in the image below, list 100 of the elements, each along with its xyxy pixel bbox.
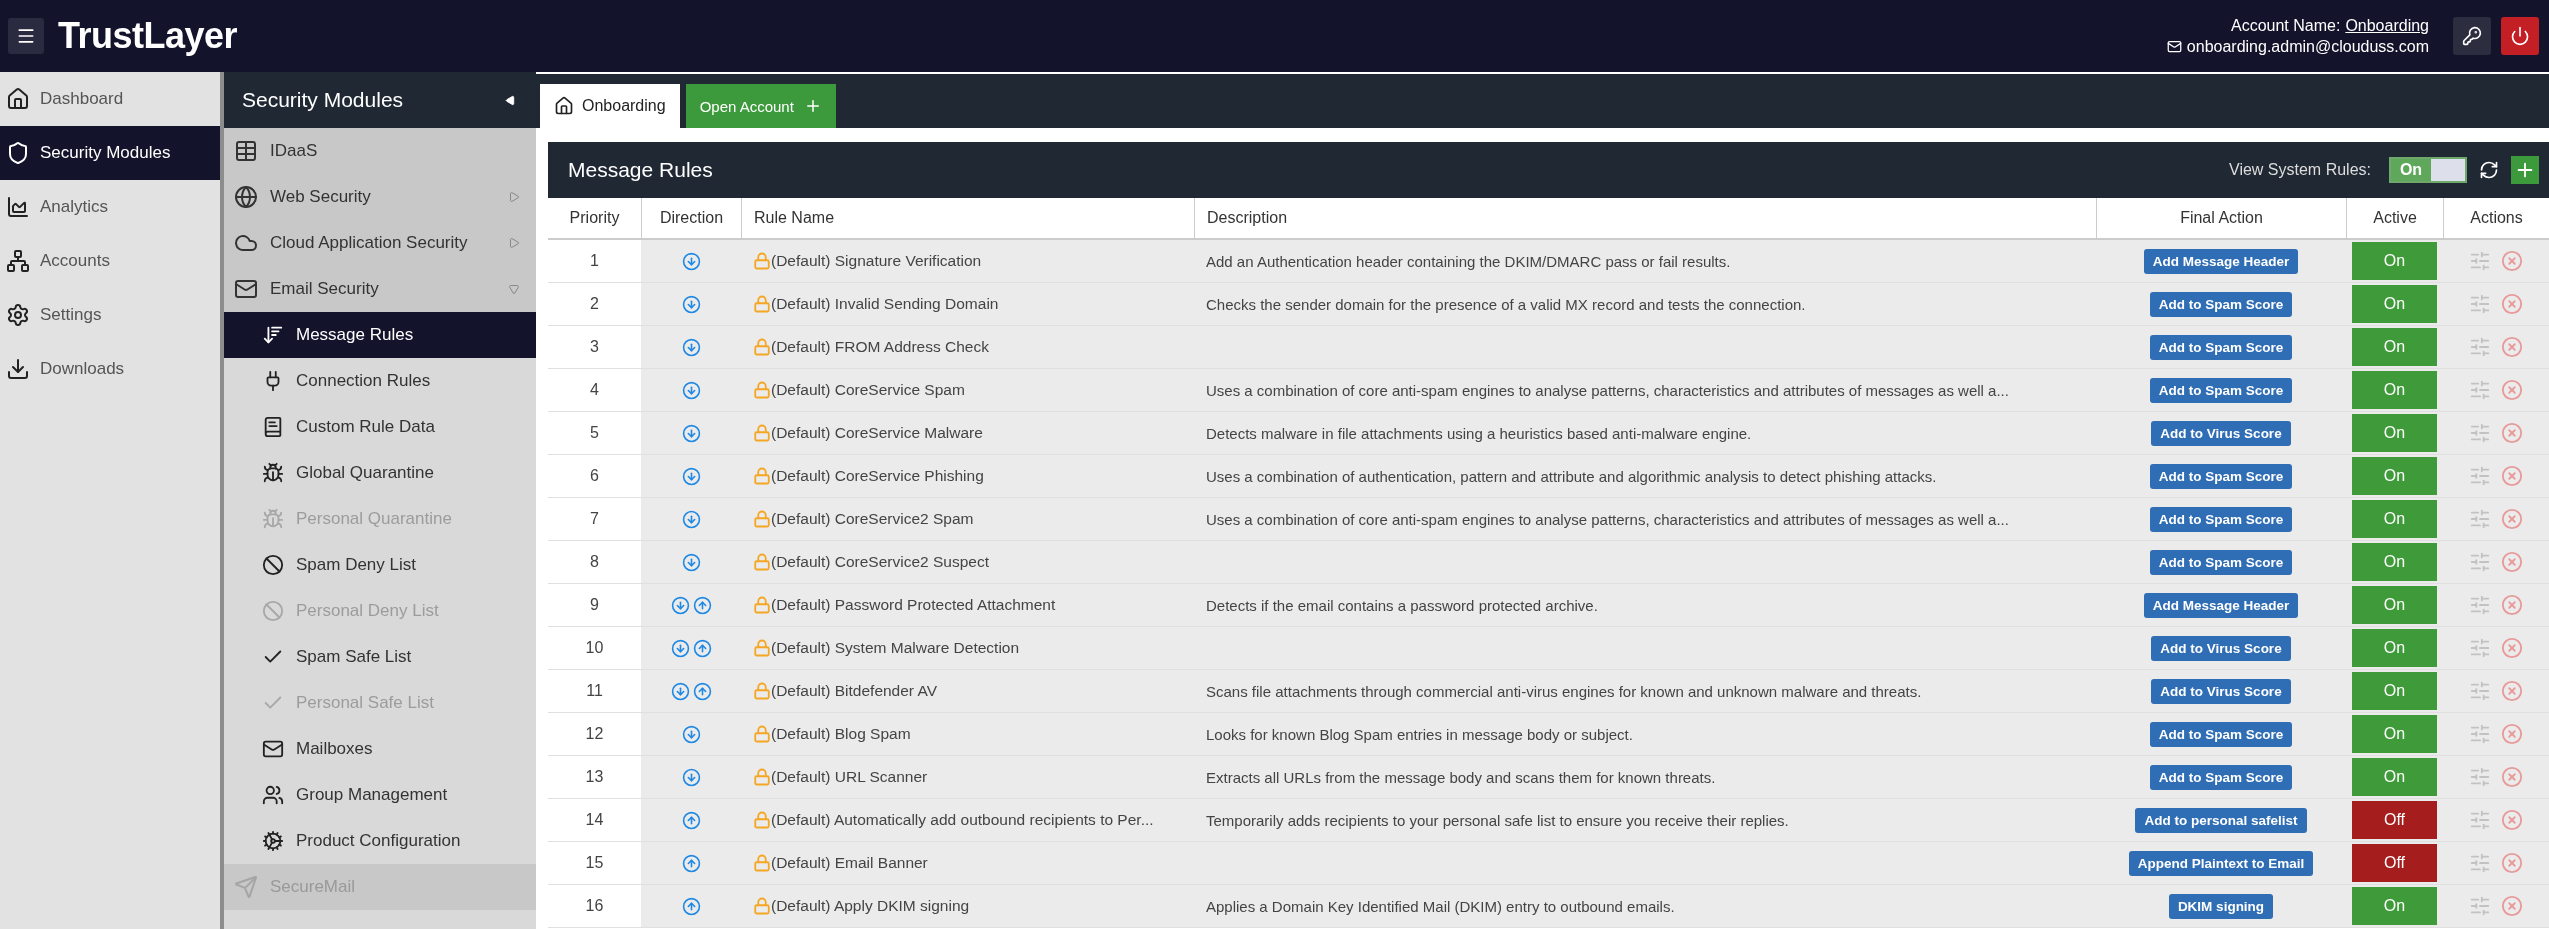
key-button[interactable] bbox=[2453, 17, 2491, 55]
delete-icon[interactable] bbox=[2501, 508, 2523, 530]
sliders-icon[interactable] bbox=[2469, 852, 2491, 874]
active-toggle[interactable]: On bbox=[2352, 285, 2437, 323]
delete-icon[interactable] bbox=[2501, 465, 2523, 487]
home-icon bbox=[554, 96, 574, 116]
final-action-button[interactable]: Add Message Header bbox=[2143, 592, 2299, 618]
final-action-button[interactable]: Add to Spam Score bbox=[2149, 764, 2293, 790]
final-action-button[interactable]: Add to personal safelist bbox=[2135, 807, 2307, 833]
nav-item[interactable]: Analytics bbox=[0, 180, 220, 234]
delete-icon[interactable] bbox=[2501, 680, 2523, 702]
delete-icon[interactable] bbox=[2501, 293, 2523, 315]
final-action-button[interactable]: Add to Spam Score bbox=[2149, 506, 2293, 532]
sliders-icon[interactable] bbox=[2469, 766, 2491, 788]
down-arrow-circle-icon bbox=[681, 251, 701, 271]
priority-cell: 7 bbox=[548, 498, 641, 540]
down-arrow-circle-icon bbox=[670, 638, 690, 658]
final-action-button[interactable]: Add to Spam Score bbox=[2149, 549, 2293, 575]
sliders-icon[interactable] bbox=[2469, 465, 2491, 487]
collapse-triangle-icon[interactable] bbox=[505, 94, 516, 106]
add-button[interactable] bbox=[2511, 156, 2539, 184]
active-toggle[interactable]: Off bbox=[2352, 801, 2437, 839]
active-toggle[interactable]: On bbox=[2352, 371, 2437, 409]
active-toggle[interactable]: On bbox=[2352, 500, 2437, 538]
menu-item-icon bbox=[262, 600, 284, 622]
active-toggle[interactable]: On bbox=[2352, 242, 2437, 280]
sliders-icon[interactable] bbox=[2469, 293, 2491, 315]
delete-icon[interactable] bbox=[2501, 379, 2523, 401]
nav-icon bbox=[6, 87, 30, 111]
final-action-button[interactable]: Add Message Header bbox=[2143, 248, 2299, 274]
menu-button[interactable] bbox=[8, 18, 44, 54]
sliders-icon[interactable] bbox=[2469, 895, 2491, 917]
delete-icon[interactable] bbox=[2501, 250, 2523, 272]
delete-icon[interactable] bbox=[2501, 422, 2523, 444]
active-toggle[interactable]: On bbox=[2352, 887, 2437, 925]
delete-icon[interactable] bbox=[2501, 895, 2523, 917]
down-arrow-circle-icon bbox=[681, 552, 701, 572]
sidebar-item[interactable]: Web Security bbox=[224, 174, 536, 220]
sidebar-item[interactable]: IDaaS bbox=[224, 128, 536, 174]
sliders-icon[interactable] bbox=[2469, 809, 2491, 831]
sliders-icon[interactable] bbox=[2469, 336, 2491, 358]
lock-icon bbox=[753, 338, 771, 356]
active-toggle[interactable]: On bbox=[2352, 328, 2437, 366]
delete-icon[interactable] bbox=[2501, 336, 2523, 358]
delete-icon[interactable] bbox=[2501, 766, 2523, 788]
active-toggle[interactable]: On bbox=[2352, 457, 2437, 495]
rule-description: Uses a combination of core anti-spam engines to analyse patterns, characteristics and attributes of messages as well a... bbox=[1205, 510, 2010, 528]
system-rules-toggle[interactable]: On bbox=[2389, 157, 2467, 183]
delete-icon[interactable] bbox=[2501, 594, 2523, 616]
sliders-icon[interactable] bbox=[2469, 508, 2491, 530]
sliders-icon[interactable] bbox=[2469, 551, 2491, 573]
delete-icon[interactable] bbox=[2501, 852, 2523, 874]
final-action-button[interactable]: Add to Spam Score bbox=[2149, 334, 2293, 360]
account-name-link[interactable]: Onboarding bbox=[2345, 16, 2429, 35]
nav-item[interactable]: Settings bbox=[0, 288, 220, 342]
sliders-icon[interactable] bbox=[2469, 594, 2491, 616]
sidebar-item[interactable]: Email Security bbox=[224, 266, 536, 312]
lock-icon bbox=[753, 467, 771, 485]
nav-item[interactable]: Security Modules bbox=[0, 126, 220, 180]
final-action-button[interactable]: Add to Spam Score bbox=[2149, 721, 2293, 747]
lock-icon bbox=[753, 553, 771, 571]
account-tab[interactable]: Onboarding bbox=[540, 84, 680, 128]
final-action-button[interactable]: Add to Virus Score bbox=[2151, 635, 2291, 661]
active-toggle[interactable]: On bbox=[2352, 629, 2437, 667]
delete-icon[interactable] bbox=[2501, 723, 2523, 745]
active-toggle[interactable]: On bbox=[2352, 543, 2437, 581]
sliders-icon[interactable] bbox=[2469, 723, 2491, 745]
final-action-button[interactable]: Add to Spam Score bbox=[2149, 377, 2293, 403]
nav-item[interactable]: Accounts bbox=[0, 234, 220, 288]
menu-item-icon bbox=[262, 784, 284, 806]
delete-icon[interactable] bbox=[2501, 637, 2523, 659]
active-toggle[interactable]: Off bbox=[2352, 844, 2437, 882]
final-action-button[interactable]: Add to Spam Score bbox=[2149, 291, 2293, 317]
final-action-button[interactable]: Add to Virus Score bbox=[2151, 420, 2291, 446]
nav-item[interactable]: Downloads bbox=[0, 342, 220, 396]
open-account-button[interactable]: Open Account bbox=[685, 84, 836, 128]
sliders-icon[interactable] bbox=[2469, 379, 2491, 401]
sliders-icon[interactable] bbox=[2469, 680, 2491, 702]
final-action-button[interactable]: Append Plaintext to Email bbox=[2128, 850, 2314, 876]
delete-icon[interactable] bbox=[2501, 809, 2523, 831]
active-toggle[interactable]: On bbox=[2352, 758, 2437, 796]
sliders-icon[interactable] bbox=[2469, 637, 2491, 659]
sliders-icon[interactable] bbox=[2469, 422, 2491, 444]
rule-description: Uses a combination of authentication, pattern and attribute and algorithmic analysis to detect phishing attacks. bbox=[1205, 467, 1938, 485]
sidebar-item[interactable]: Cloud Application Security bbox=[224, 220, 536, 266]
final-action-button[interactable]: DKIM signing bbox=[2168, 893, 2274, 919]
active-toggle[interactable]: On bbox=[2352, 672, 2437, 710]
active-toggle[interactable]: On bbox=[2352, 586, 2437, 624]
active-toggle[interactable]: On bbox=[2352, 715, 2437, 753]
power-button[interactable] bbox=[2501, 17, 2539, 55]
refresh-icon bbox=[2479, 160, 2499, 180]
lock-icon bbox=[753, 295, 771, 313]
final-action-button[interactable]: Add to Spam Score bbox=[2149, 463, 2293, 489]
sidebar-subitem[interactable]: Message Rules bbox=[224, 312, 536, 358]
sliders-icon[interactable] bbox=[2469, 250, 2491, 272]
active-toggle[interactable]: On bbox=[2352, 414, 2437, 452]
delete-icon[interactable] bbox=[2501, 551, 2523, 573]
panel-title: Message Rules bbox=[568, 158, 714, 182]
final-action-button[interactable]: Add to Virus Score bbox=[2151, 678, 2291, 704]
nav-item[interactable]: Dashboard bbox=[0, 72, 220, 126]
